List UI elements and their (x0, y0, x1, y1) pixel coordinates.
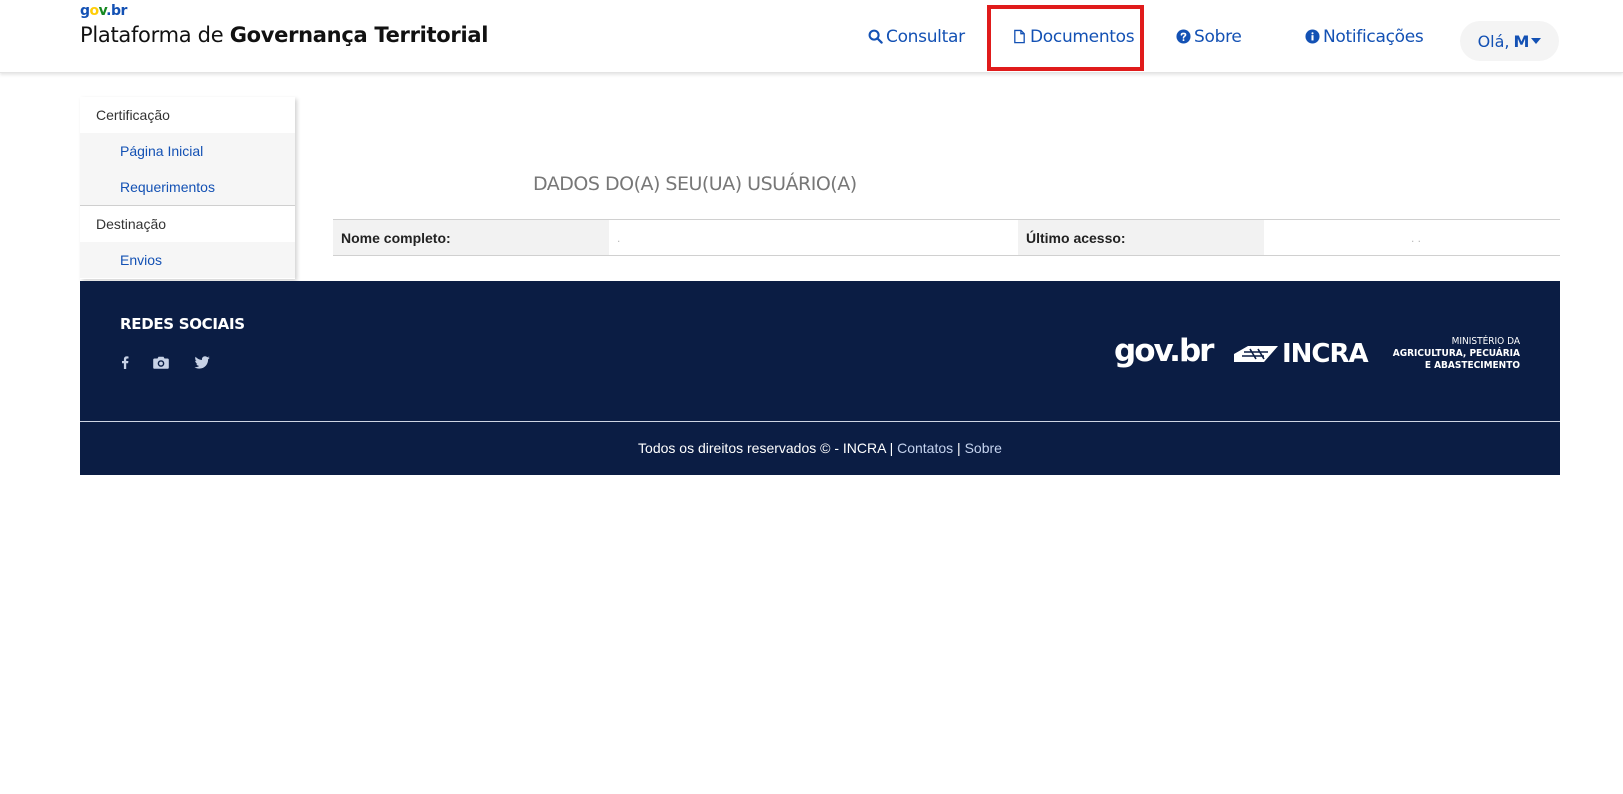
footer-separator-2: | (957, 440, 961, 456)
sidebar-section-destinacao[interactable]: Destinação (80, 206, 295, 242)
nav-sobre-label: Sobre (1194, 26, 1242, 47)
copyright-text: Todos os direitos reservados © - INCRA (638, 440, 886, 456)
sidebar-item-envios[interactable]: Envios (80, 242, 295, 278)
user-info-table: Nome completo: . Último acesso: . . (333, 219, 1560, 256)
question-circle-icon (1176, 29, 1191, 44)
nav-consultar[interactable]: Consultar (868, 0, 965, 73)
user-menu-button[interactable]: Olá, M (1460, 21, 1559, 61)
govbr-footer-logo: gov.br (1114, 333, 1214, 369)
caret-down-icon (1531, 38, 1542, 44)
twitter-icon[interactable] (193, 354, 211, 370)
ultimo-acesso-label: Último acesso: (1018, 220, 1264, 255)
top-header: gov.br Plataforma de Governança Territor… (0, 0, 1623, 73)
nav-notificacoes[interactable]: Notificações (1305, 0, 1424, 73)
logo-letter-g: g (80, 3, 90, 19)
nav-sobre[interactable]: Sobre (1176, 0, 1242, 73)
ministerio-line-2: AGRICULTURA, PECUÁRIA (1392, 348, 1520, 359)
sidebar-item-requerimentos[interactable]: Requerimentos (80, 169, 295, 205)
govbr-logo[interactable]: gov.br (80, 3, 127, 19)
incra-logo-text: INCRA (1282, 339, 1369, 369)
social-title: REDES SOCIAIS (120, 315, 245, 333)
nome-completo-label: Nome completo: (333, 220, 609, 255)
incra-mark-icon (1234, 346, 1278, 362)
sidebar-section-certificacao[interactable]: Certificação (80, 97, 295, 133)
user-name: M (1513, 31, 1530, 51)
search-icon (868, 29, 883, 44)
platform-title-prefix: Plataforma de (80, 23, 230, 47)
ministerio-line-1: MINISTÉRIO DA (1451, 336, 1520, 347)
footer-copyright: Todos os direitos reservados © - INCRA |… (80, 440, 1560, 456)
user-greeting: Olá, (1477, 31, 1510, 51)
footer-separator-1: | (889, 440, 894, 456)
ministerio-line-3: E ABASTECIMENTO (1424, 360, 1520, 371)
contatos-link[interactable]: Contatos (897, 440, 953, 456)
sidebar-menu: Certificação Página Inicial Requerimento… (80, 97, 295, 279)
nav-notificacoes-label: Notificações (1323, 26, 1424, 47)
user-data-title: DADOS DO(A) SEU(UA) USUÁRIO(A) (533, 173, 857, 195)
footer-divider (80, 421, 1560, 422)
nav-consultar-label: Consultar (886, 26, 965, 47)
logo-letters-br: br (110, 3, 127, 19)
instagram-icon[interactable] (152, 354, 170, 370)
ministerio-logo: MINISTÉRIO DA AGRICULTURA, PECUÁRIA E AB… (1393, 336, 1520, 372)
info-circle-icon (1305, 29, 1320, 44)
platform-title[interactable]: Plataforma de Governança Territorial (80, 23, 488, 47)
logo-letter-o: o (89, 3, 100, 19)
incra-logo: INCRA (1234, 339, 1369, 369)
platform-title-bold: Governança Territorial (229, 23, 489, 47)
sobre-footer-link[interactable]: Sobre (965, 440, 1002, 456)
facebook-icon[interactable] (116, 354, 134, 370)
sidebar-item-pagina-inicial[interactable]: Página Inicial (80, 133, 295, 169)
nome-completo-value: . (609, 220, 1018, 255)
page-footer: REDES SOCIAIS gov.br INCRA MINISTÉRIO DA… (80, 281, 1560, 475)
documentos-highlight-box (987, 5, 1144, 71)
ultimo-acesso-value: . . (1264, 220, 1560, 255)
